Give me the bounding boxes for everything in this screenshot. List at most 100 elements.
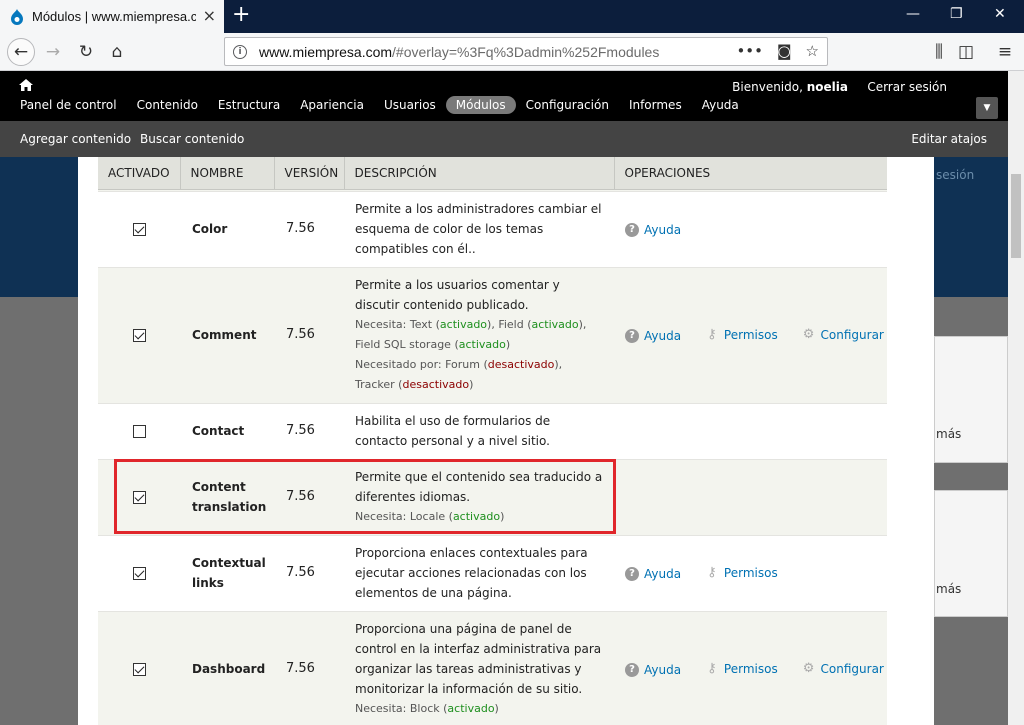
permissions-link[interactable]: ⚷ Permisos — [705, 563, 778, 583]
module-description: Permite que el contenido sea traducido a… — [355, 470, 603, 504]
bookmark-star-icon[interactable]: ☆ — [806, 42, 819, 60]
header-version[interactable]: VERSIÓN — [274, 157, 345, 190]
close-window-icon[interactable]: ✕ — [994, 6, 1006, 22]
module-requires: Necesita: Text (activado), Field (activa… — [355, 318, 587, 351]
table-row: Contextual links 7.56 Proporciona enlace… — [98, 535, 887, 612]
module-description: Proporciona enlaces contextuales para ej… — [355, 546, 588, 600]
reload-icon[interactable]: ↻ — [73, 39, 99, 65]
header-description[interactable]: DESCRIPCIÓN — [344, 157, 615, 190]
help-link[interactable]: ? Ayuda — [625, 326, 681, 346]
module-requires: Necesita: Block (activado) — [355, 702, 499, 715]
gear-icon: ⚙ — [802, 661, 815, 676]
site-info-icon[interactable]: i — [233, 44, 247, 59]
menu-item-dashboard[interactable]: Panel de control — [10, 96, 127, 114]
module-enabled-checkbox[interactable] — [133, 329, 146, 342]
module-description: Permite a los administradores cambiar el… — [355, 202, 602, 256]
header-enabled[interactable]: ACTIVADO — [98, 157, 181, 190]
username[interactable]: noelia — [807, 80, 848, 94]
background-more-link: más — [936, 427, 962, 441]
find-content-link[interactable]: Buscar contenido — [140, 132, 244, 146]
menu-item-configuration[interactable]: Configuración — [516, 96, 619, 114]
help-link[interactable]: ? Ayuda — [625, 220, 681, 240]
welcome-text: Bienvenido, noelia — [732, 80, 848, 94]
permissions-link[interactable]: ⚷ Permisos — [705, 659, 778, 679]
add-content-link[interactable]: Agregar contenido — [20, 132, 131, 146]
modules-table: ACTIVADO NOMBRE VERSIÓN DESCRIPCIÓN OPER… — [98, 157, 887, 725]
browser-tab[interactable]: Módulos | www.miempresa.com × — [0, 0, 224, 33]
home-icon[interactable]: ⌂ — [104, 39, 130, 65]
module-name: Color — [180, 191, 274, 268]
background-card — [934, 490, 1008, 617]
background-card — [934, 336, 1008, 463]
drupal-favicon-icon — [11, 8, 23, 25]
module-version: 7.56 — [274, 535, 344, 612]
menu-item-users[interactable]: Usuarios — [374, 96, 446, 114]
shortcuts-bar: Agregar contenido Buscar contenido Edita… — [0, 121, 1008, 157]
module-description: Proporciona una página de panel de contr… — [355, 622, 602, 696]
module-version: 7.56 — [274, 459, 344, 536]
module-enabled-checkbox[interactable] — [133, 425, 146, 438]
header-operations[interactable]: OPERACIONES — [614, 157, 887, 190]
menu-item-reports[interactable]: Informes — [619, 96, 692, 114]
table-row: Contact 7.56 Habilita el uso de formular… — [98, 403, 887, 460]
menu-item-help[interactable]: Ayuda — [692, 96, 749, 114]
sidebar-icon[interactable]: ◫ — [953, 39, 979, 65]
menu-item-appearance[interactable]: Apariencia — [290, 96, 374, 114]
module-version: 7.56 — [274, 611, 344, 725]
module-name: Content translation — [180, 459, 274, 536]
header-name[interactable]: NOMBRE — [180, 157, 275, 190]
table-row: Dashboard 7.56 Proporciona una página de… — [98, 611, 887, 725]
edit-shortcuts-link[interactable]: Editar atajos — [911, 132, 987, 146]
url-text: www.miempresa.com/#overlay=%3Fq%3Dadmin%… — [259, 43, 660, 60]
tab-title: Módulos | www.miempresa.com — [32, 9, 196, 24]
module-description: Habilita el uso de formularios de contac… — [355, 414, 551, 448]
close-tab-icon[interactable]: × — [203, 8, 216, 24]
module-version: 7.56 — [274, 403, 344, 460]
help-link[interactable]: ? Ayuda — [625, 564, 681, 584]
module-requires: Necesita: Locale (activado) — [355, 510, 505, 523]
logout-link[interactable]: Cerrar sesión — [867, 80, 947, 94]
help-icon: ? — [625, 223, 639, 237]
browser-nav-bar: ← → ↻ ⌂ i www.miempresa.com/#overlay=%3F… — [0, 33, 1024, 71]
menu-item-content[interactable]: Contenido — [127, 96, 208, 114]
table-row: Comment 7.56 Permite a los usuarios come… — [98, 267, 887, 404]
page-scrollbar[interactable] — [1008, 71, 1024, 725]
menu-item-structure[interactable]: Estructura — [208, 96, 290, 114]
module-description: Permite a los usuarios comentar y discut… — [355, 278, 560, 312]
module-version: 7.56 — [274, 267, 344, 404]
admin-menu: Panel de control Contenido Estructura Ap… — [10, 96, 749, 114]
help-icon: ? — [625, 567, 639, 581]
configure-link[interactable]: ⚙ Configurar — [802, 659, 884, 679]
hamburger-menu-icon[interactable]: ≡ — [992, 39, 1018, 65]
home-icon[interactable] — [19, 79, 33, 91]
key-icon: ⚷ — [707, 661, 717, 676]
module-name: Dashboard — [180, 611, 274, 725]
restore-icon[interactable]: ❐ — [950, 6, 963, 22]
address-bar[interactable]: i www.miempresa.com/#overlay=%3Fq%3Dadmi… — [224, 37, 828, 66]
module-enabled-checkbox[interactable] — [133, 491, 146, 504]
module-version: 7.56 — [274, 191, 344, 268]
module-name: Contact — [180, 403, 274, 460]
toggle-shortcuts-icon[interactable]: ▼ — [976, 97, 998, 119]
minimize-icon[interactable]: — — [906, 6, 920, 22]
help-link[interactable]: ? Ayuda — [625, 660, 681, 680]
pocket-icon[interactable]: ◙ — [777, 42, 792, 60]
background-session-text: sesión — [936, 168, 975, 182]
module-enabled-checkbox[interactable] — [133, 223, 146, 236]
permissions-link[interactable]: ⚷ Permisos — [705, 325, 778, 345]
menu-item-modules[interactable]: Módulos — [445, 96, 516, 114]
library-icon[interactable]: ⫼ — [926, 39, 952, 65]
page-actions-icon[interactable]: ••• — [736, 42, 763, 60]
scrollbar-thumb[interactable] — [1011, 174, 1021, 258]
back-icon[interactable]: ← — [7, 38, 35, 66]
gear-icon: ⚙ — [802, 327, 815, 342]
module-enabled-checkbox[interactable] — [133, 663, 146, 676]
browser-tab-bar: Módulos | www.miempresa.com × + — ❐ ✕ — [0, 0, 1024, 33]
forward-icon[interactable]: → — [40, 39, 66, 65]
help-icon: ? — [625, 663, 639, 677]
admin-toolbar: Panel de control Contenido Estructura Ap… — [0, 71, 1008, 121]
module-enabled-checkbox[interactable] — [133, 567, 146, 580]
configure-link[interactable]: ⚙ Configurar — [802, 325, 884, 345]
module-name: Contextual links — [180, 535, 274, 612]
new-tab-icon[interactable]: + — [232, 4, 250, 26]
